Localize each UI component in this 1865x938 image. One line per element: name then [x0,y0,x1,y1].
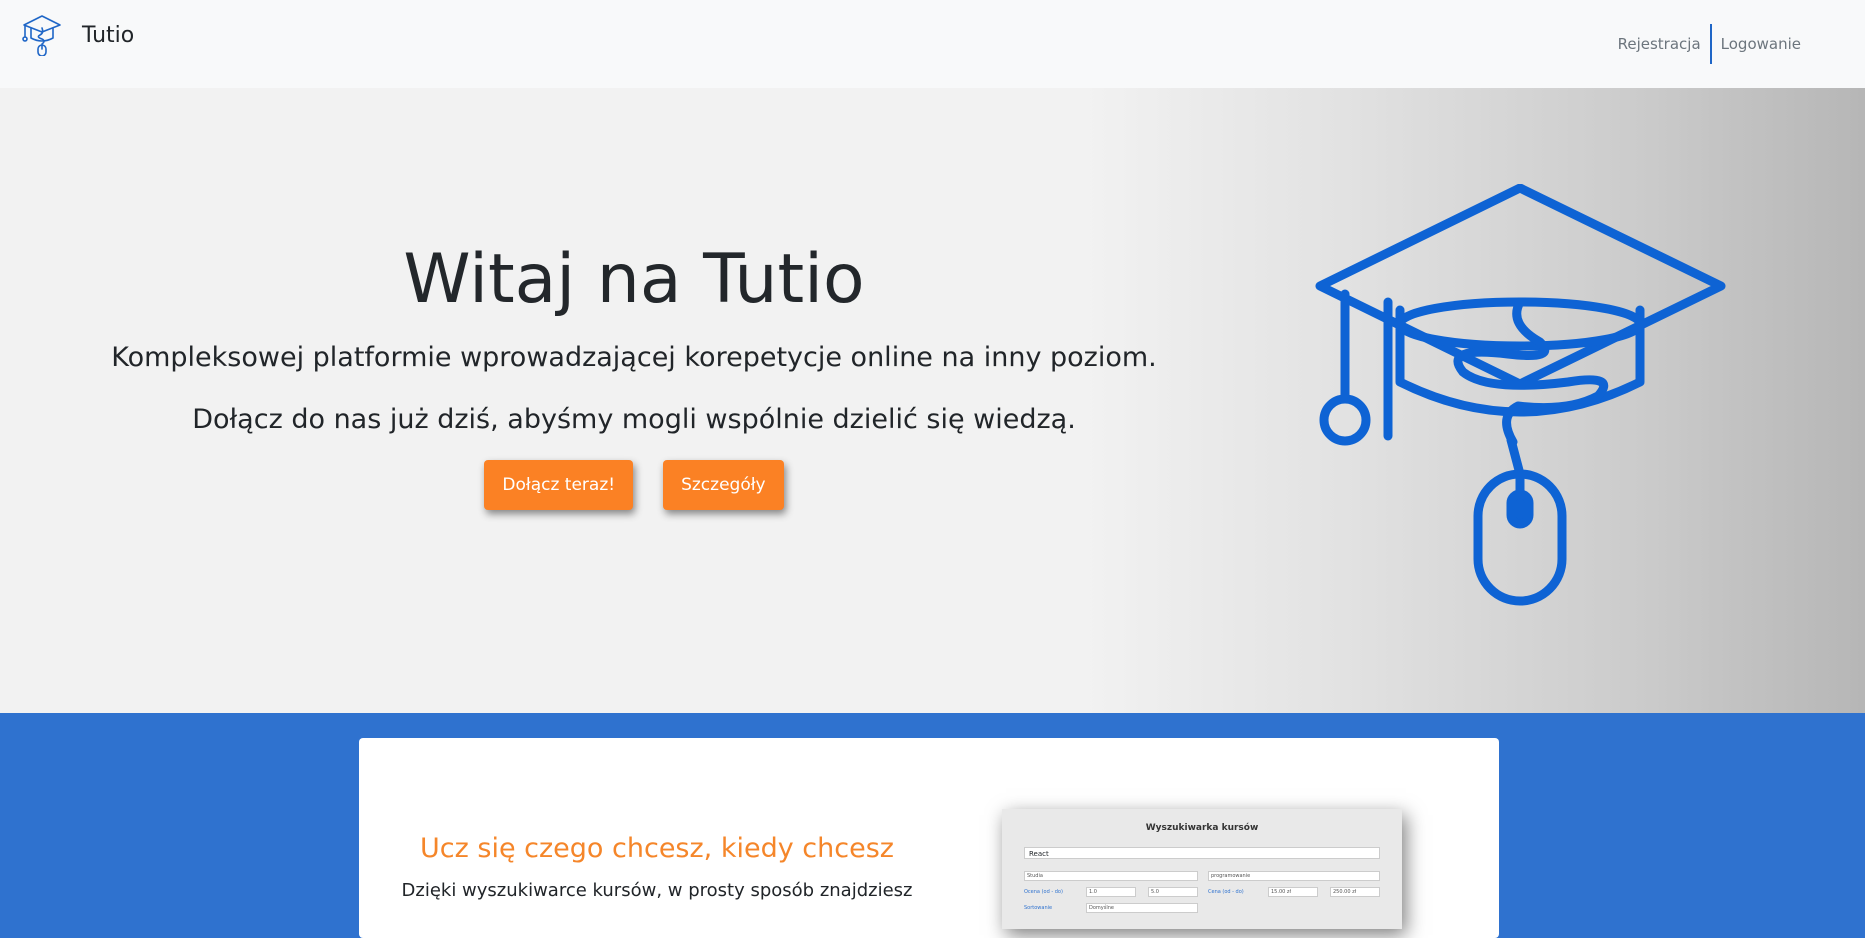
navbar: Tutio Rejestracja Logowanie [0,0,1865,88]
brand-name: Tutio [82,22,135,48]
hero-section: Witaj na Tutio Kompleksowej platformie w… [0,88,1865,713]
hero-buttons: Dołącz teraz! Szczegóły [0,460,1268,510]
brand[interactable]: Tutio [22,14,134,56]
preview-sort-select: Domyślne [1086,903,1198,913]
preview-price-to: 250.00 zł [1330,887,1380,897]
preview-price-label: Cena (od - do) [1208,889,1244,895]
preview-title: Wyszukiwarka kursów [1145,823,1259,833]
details-button[interactable]: Szczegóły [663,460,784,510]
preview-tag-field: programowanie [1208,871,1380,881]
preview-sort-label: Sortowanie [1024,905,1053,911]
preview-rating-from: 1.0 [1086,887,1136,897]
hero-subtitle: Kompleksowej platformie wprowadzającej k… [111,342,1157,373]
feature-title: Ucz się czego chcesz, kiedy chcesz [420,833,894,864]
preview-rating-to: 5.0 [1148,887,1198,897]
login-link[interactable]: Logowanie [1713,31,1809,57]
preview-price-from: 15.00 zł [1268,887,1318,897]
preview-rating-label: Ocena (od - do) [1024,889,1063,895]
feature-text: Dzięki wyszukiwarce kursów, w prosty spo… [401,880,913,901]
join-now-button[interactable]: Dołącz teraz! [484,460,634,510]
hero-call-to-action-text: Dołącz do nas już dziś, abyśmy mogli wsp… [192,404,1076,435]
hero-title: Witaj na Tutio [403,240,865,319]
preview-select: Studia [1024,871,1198,881]
hero-text: Witaj na Tutio Kompleksowej platformie w… [0,238,1268,510]
graduation-cap-mouse-icon [1315,184,1726,606]
nav-divider [1709,24,1712,64]
nav-links: Rejestracja Logowanie [1610,24,1809,64]
search-preview-image: Wyszukiwarka kursów React Studia program… [1002,809,1402,929]
feature-card: Ucz się czego chcesz, kiedy chcesz Dzięk… [359,738,1499,938]
preview-search-field: React [1024,847,1380,859]
graduation-cap-logo-icon [22,15,61,56]
register-link[interactable]: Rejestracja [1610,31,1709,57]
